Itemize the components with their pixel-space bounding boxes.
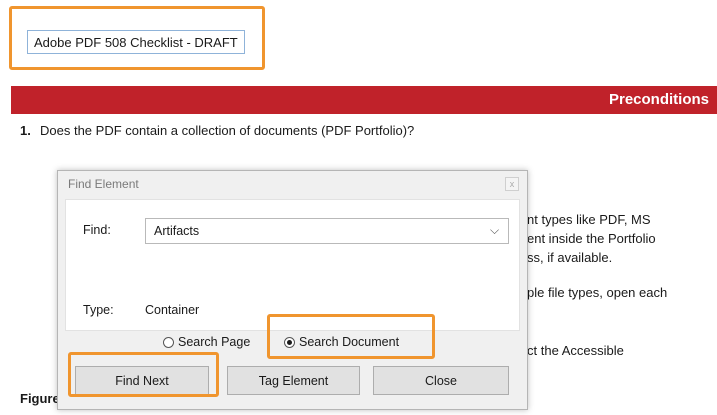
body-text-fragment: ple file types, open each xyxy=(527,285,668,300)
dialog-title: Find Element xyxy=(68,177,139,191)
find-dropdown-value: Artifacts xyxy=(154,224,200,238)
find-next-highlight-frame xyxy=(68,352,219,397)
type-label: Type: xyxy=(83,303,114,317)
tag-element-button[interactable]: Tag Element xyxy=(227,366,360,395)
search-page-label[interactable]: Search Page xyxy=(178,335,250,349)
dialog-titlebar[interactable]: Find Element x xyxy=(58,171,527,197)
type-value: Container xyxy=(145,303,200,317)
body-text-fragment: ent inside the Portfolio xyxy=(527,231,656,246)
chevron-down-icon[interactable]: ⌵ xyxy=(490,223,499,238)
find-label: Find: xyxy=(83,223,111,237)
question-text: Does the PDF contain a collection of doc… xyxy=(40,123,415,138)
body-text-fragment: ss, if available. xyxy=(527,250,613,265)
body-text-fragment: ct the Accessible xyxy=(527,343,624,358)
close-button[interactable]: Close xyxy=(373,366,509,395)
body-text-fragment: nt types like PDF, MS xyxy=(527,212,651,227)
search-page-radio[interactable] xyxy=(163,337,174,348)
search-document-highlight-frame xyxy=(267,314,435,359)
question-number: 1. xyxy=(20,123,31,138)
title-highlight-frame xyxy=(9,6,265,70)
find-element-dialog: Find Element x Find: Artifacts ⌵ Type: C… xyxy=(57,170,528,410)
close-icon[interactable]: x xyxy=(505,177,519,191)
find-dropdown[interactable]: Artifacts ⌵ xyxy=(145,218,509,244)
preconditions-banner: Preconditions xyxy=(11,86,717,114)
